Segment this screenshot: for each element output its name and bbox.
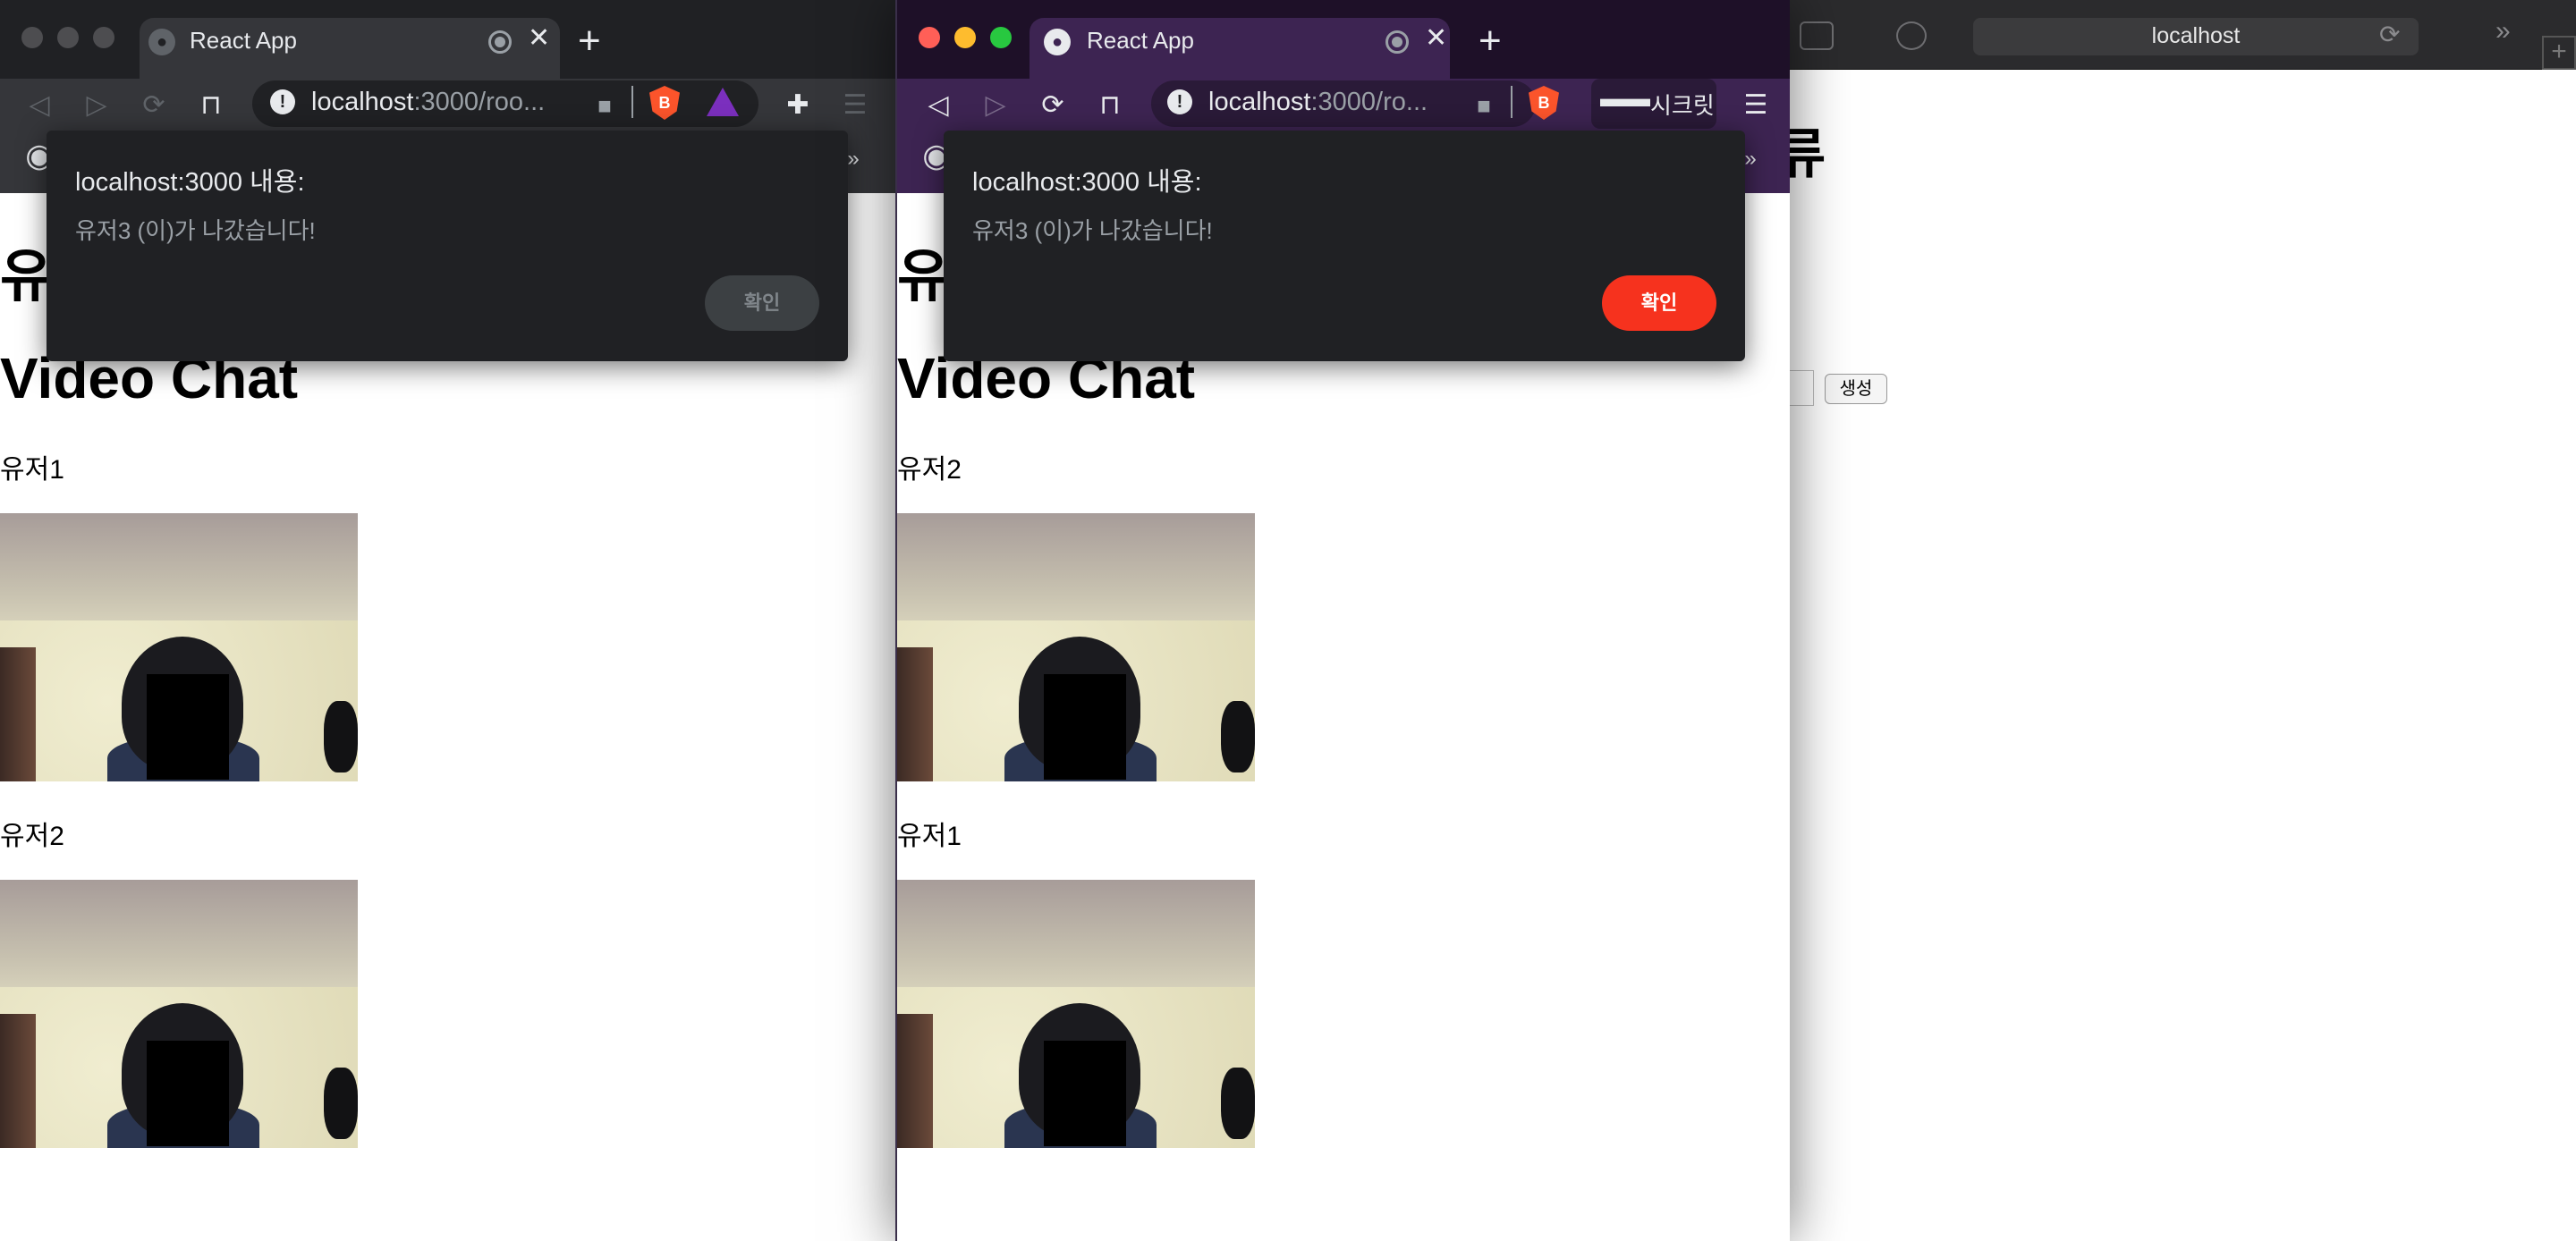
tab-title: React App	[190, 27, 297, 54]
create-button[interactable]: 생성	[1825, 374, 1887, 404]
close-window-button[interactable]	[919, 27, 940, 48]
url-host: localhost	[311, 88, 414, 116]
user-name-label: 유저2	[0, 822, 64, 851]
incognito-icon: ▬▬	[1600, 84, 1650, 112]
new-tab-icon[interactable]: +	[1479, 21, 1502, 61]
globe-icon: ●	[148, 29, 175, 55]
rewards-icon[interactable]	[707, 88, 739, 116]
sidebar-icon[interactable]	[1800, 21, 1834, 50]
user-video	[0, 880, 358, 1148]
divider	[1511, 86, 1513, 118]
extensions-icon[interactable]: ✚	[780, 88, 816, 123]
window-middle: ● React App ✕ + ◁ ▷ ⟳ ⊓ ◉ » ! localhost:…	[895, 0, 1790, 1241]
dialog-title: localhost:3000 내용:	[972, 168, 1202, 197]
zoom-window-button[interactable]	[990, 27, 1012, 48]
tab-bar: ● React App ✕ +	[0, 0, 898, 79]
bookmark-icon[interactable]: ⊓	[193, 88, 229, 123]
url-path: :3000/ro...	[1310, 88, 1428, 116]
forward-icon[interactable]: ▷	[978, 88, 1013, 123]
user-video	[897, 880, 1255, 1148]
close-icon[interactable]: ✕	[528, 25, 550, 52]
url-text: localhost:3000/roo...	[311, 88, 545, 117]
zoom-window-button[interactable]	[93, 27, 114, 48]
info-icon[interactable]: !	[270, 89, 295, 114]
url-path: :3000/roo...	[413, 88, 546, 116]
dialog-message: 유저3 (이)가 나갔습니다!	[972, 217, 1213, 244]
url-text: localhost:3000/ro...	[1208, 88, 1428, 117]
info-icon[interactable]: !	[1167, 89, 1192, 114]
page-heading-partial: 유	[0, 244, 53, 308]
user-name-label: 유저1	[0, 455, 64, 485]
safari-toolbar: localhost ⟳ » +	[1780, 0, 2576, 70]
alert-dialog: localhost:3000 내용: 유저3 (이)가 나갔습니다! 확인	[47, 131, 848, 361]
back-icon[interactable]: ◁	[21, 88, 57, 123]
tab-bar: ● React App ✕ +	[897, 0, 1790, 79]
camera-icon[interactable]: ■	[587, 88, 623, 123]
minimize-window-button[interactable]	[954, 27, 976, 48]
ok-button[interactable]: 확인	[705, 275, 819, 331]
globe-icon: ●	[1044, 29, 1071, 55]
shield-icon[interactable]	[1896, 21, 1927, 50]
reload-icon[interactable]: ⟳	[136, 88, 172, 123]
camera-icon[interactable]: ■	[1466, 88, 1502, 123]
dialog-title: localhost:3000 내용:	[75, 168, 305, 197]
tab-title: React App	[1087, 27, 1194, 54]
dialog-message: 유저3 (이)가 나갔습니다!	[75, 217, 316, 244]
user-name-label: 유저2	[897, 455, 962, 485]
menu-icon[interactable]: ☰	[1738, 88, 1774, 123]
user-name-label: 유저1	[897, 822, 962, 851]
address-text: localhost	[2151, 23, 2241, 48]
new-tab-icon[interactable]: +	[2542, 36, 2576, 70]
forward-icon[interactable]: ▷	[79, 88, 114, 123]
bookmark-icon[interactable]: ⊓	[1092, 88, 1128, 123]
menu-icon[interactable]: ☰	[837, 88, 873, 123]
divider	[631, 86, 633, 118]
reload-icon[interactable]: ⟳	[2379, 20, 2400, 49]
page-heading-partial: 유	[897, 244, 950, 308]
record-icon	[488, 30, 512, 54]
close-window-button[interactable]	[21, 27, 43, 48]
url-host: localhost	[1208, 88, 1311, 116]
overflow-icon[interactable]: »	[2496, 16, 2511, 46]
minimize-window-button[interactable]	[57, 27, 79, 48]
alert-dialog: localhost:3000 내용: 유저3 (이)가 나갔습니다! 확인	[944, 131, 1745, 361]
reload-icon[interactable]: ⟳	[1035, 88, 1071, 123]
record-icon	[1385, 30, 1409, 54]
window-left: ● React App ✕ + ◁ ▷ ⟳ ⊓ ◉ » ! localhost:…	[0, 0, 898, 1241]
user-video	[897, 513, 1255, 781]
close-icon[interactable]: ✕	[1425, 25, 1447, 52]
user-video	[0, 513, 358, 781]
back-icon[interactable]: ◁	[920, 88, 956, 123]
ok-button[interactable]: 확인	[1602, 275, 1716, 331]
new-tab-icon[interactable]: +	[578, 21, 601, 61]
window-right: localhost ⟳ » + 류 생성	[1780, 0, 2576, 1241]
private-label: 시크릿	[1650, 92, 1715, 119]
